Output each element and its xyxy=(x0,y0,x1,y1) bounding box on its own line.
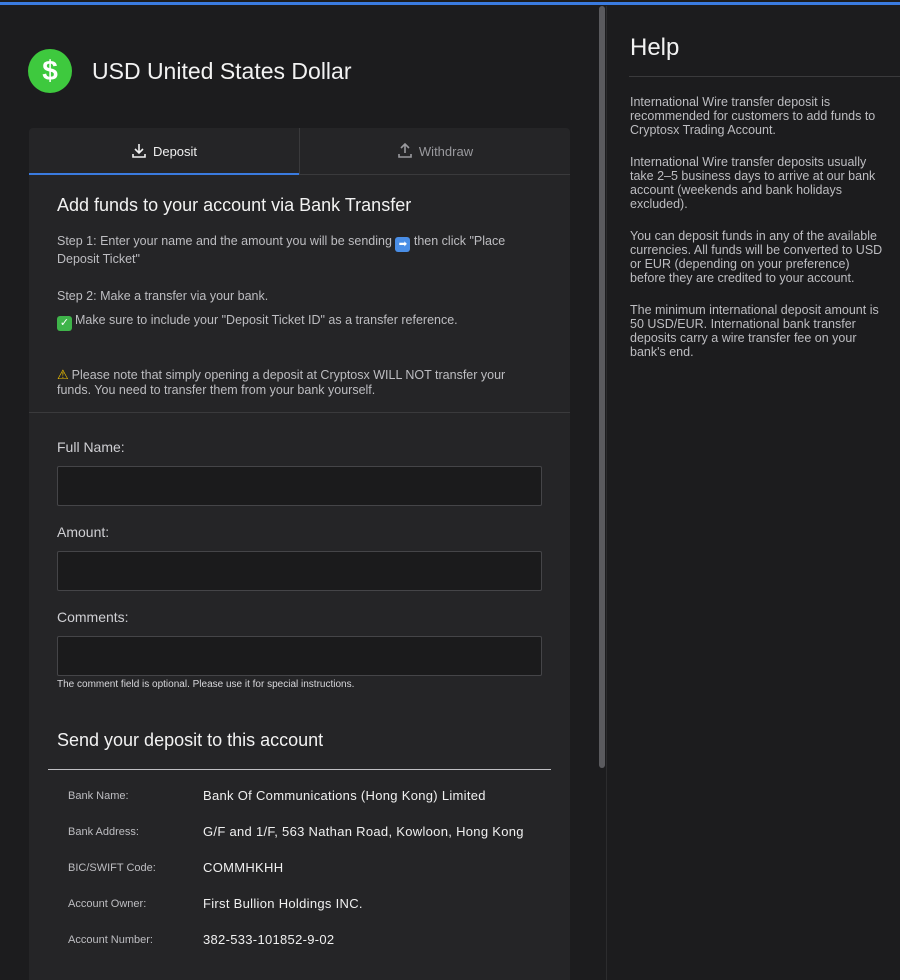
help-paragraph: You can deposit funds in any of the avai… xyxy=(630,229,883,285)
help-panel: Help International Wire transfer deposit… xyxy=(606,6,900,980)
help-paragraph: The minimum international deposit amount… xyxy=(630,303,879,359)
comments-input[interactable] xyxy=(57,636,542,676)
instructions-section: Add funds to your account via Bank Trans… xyxy=(29,175,570,413)
currency-title: USD United States Dollar xyxy=(92,57,352,84)
bank-name-value: Bank Of Communications (Hong Kong) Limit… xyxy=(203,788,486,803)
dollar-sign-icon: $ xyxy=(28,49,72,93)
comments-label: Comments: xyxy=(57,609,129,625)
swift-code-value: COMMHKHH xyxy=(203,860,284,875)
account-number-row: Account Number: 382-533-101852-9-02 xyxy=(68,932,570,947)
full-name-input[interactable] xyxy=(57,466,542,506)
tab-deposit-label: Deposit xyxy=(152,143,198,159)
warning-note: ⚠ Please note that simply opening a depos… xyxy=(57,367,542,398)
step-1: Step 1: Enter your name and the amount y… xyxy=(57,234,542,267)
tab-withdraw[interactable]: Withdraw xyxy=(299,128,570,174)
amount-label: Amount: xyxy=(57,524,110,540)
full-name-label: Full Name: xyxy=(57,439,125,455)
download-icon xyxy=(132,144,146,158)
bank-address-row: Bank Address: G/F and 1/F, 563 Nathan Ro… xyxy=(68,824,570,839)
account-owner-value: First Bullion Holdings INC. xyxy=(203,896,363,911)
bank-details: Bank Name: Bank Of Communications (Hong … xyxy=(29,770,570,947)
deposit-card: Deposit Withdraw Add funds to your accou… xyxy=(29,128,570,980)
step-2-note-text: Make sure to include your "Deposit Ticke… xyxy=(75,313,458,327)
bank-name-row: Bank Name: Bank Of Communications (Hong … xyxy=(68,788,570,803)
tab-bar: Deposit Withdraw xyxy=(29,128,570,175)
step-1-text-start: Step 1: Enter your name and the amount y… xyxy=(57,234,396,248)
currency-symbol: $ xyxy=(42,55,58,86)
help-divider xyxy=(629,76,900,77)
warning-text: Please note that simply opening a deposi… xyxy=(57,368,506,397)
amount-input[interactable] xyxy=(57,551,542,591)
swift-code-label: BIC/SWIFT Code: xyxy=(68,862,156,874)
step-2-note: ✓ Make sure to include your "Deposit Tick… xyxy=(57,313,542,331)
currency-header: $ USD United States Dollar xyxy=(28,48,352,94)
deposit-form: Full Name: Amount: Comments: The comment… xyxy=(29,413,570,690)
deposit-panel: $ USD United States Dollar Deposit Withd… xyxy=(0,6,598,980)
instructions-title: Add funds to your account via Bank Trans… xyxy=(57,195,412,215)
step-2: Step 2: Make a transfer via your bank. xyxy=(57,289,269,303)
upload-icon xyxy=(398,143,412,158)
help-paragraph: International Wire transfer deposit is r… xyxy=(630,95,876,137)
help-title: Help xyxy=(630,34,680,61)
tab-deposit[interactable]: Deposit xyxy=(29,128,299,175)
comments-hint: The comment field is optional. Please us… xyxy=(57,679,355,690)
checkmark-icon: ✓ xyxy=(57,316,72,331)
swift-code-row: BIC/SWIFT Code: COMMHKHH xyxy=(68,860,570,875)
bank-address-value: G/F and 1/F, 563 Nathan Road, Kowloon, H… xyxy=(203,824,524,839)
account-owner-label: Account Owner: xyxy=(68,898,147,910)
account-owner-row: Account Owner: First Bullion Holdings IN… xyxy=(68,896,570,911)
bank-name-label: Bank Name: xyxy=(68,790,129,802)
tab-withdraw-label: Withdraw xyxy=(418,143,474,159)
account-number-label: Account Number: xyxy=(68,934,153,946)
warning-icon: ⚠ xyxy=(57,367,69,382)
help-paragraph: International Wire transfer deposits usu… xyxy=(630,155,876,211)
account-number-value: 382-533-101852-9-02 xyxy=(203,932,335,947)
arrow-right-icon: ➡ xyxy=(395,237,411,252)
bank-address-label: Bank Address: xyxy=(68,826,139,838)
scrollbar-thumb[interactable] xyxy=(599,6,605,768)
accent-line xyxy=(0,2,900,5)
help-body: International Wire transfer deposit is r… xyxy=(630,95,884,377)
deposit-account-title: Send your deposit to this account xyxy=(57,730,324,750)
